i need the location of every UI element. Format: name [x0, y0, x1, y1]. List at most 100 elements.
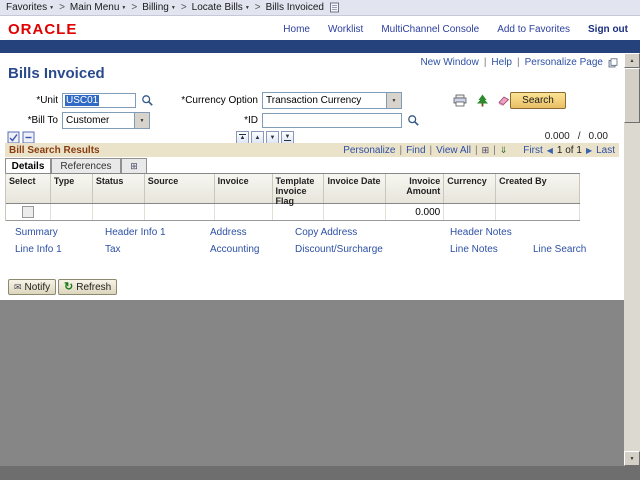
view-all-link[interactable]: View All [436, 145, 471, 156]
personalize-link[interactable]: Personalize [343, 145, 395, 156]
id-input[interactable] [262, 113, 402, 128]
notify-label: Notify [25, 282, 51, 293]
breadcrumb-item-bills-invoiced[interactable]: Bills Invoiced [266, 2, 324, 13]
table-header-row: Select Type Status Source Invoice Templa… [6, 174, 580, 204]
results-title: Bill Search Results [9, 145, 100, 156]
notify-icon: ✉ [14, 282, 22, 293]
tab-details-label: Details [12, 161, 45, 172]
breadcrumb-item-billing[interactable]: Billing ▼ [142, 2, 176, 13]
unit-label: *Unit [10, 95, 58, 107]
cell-invoice-date [324, 204, 386, 220]
breadcrumb-separator: > [59, 2, 65, 13]
link-line-info-1[interactable]: Line Info 1 [15, 244, 62, 255]
id-label: *ID [200, 115, 258, 127]
pager-next-icon[interactable]: ▶ [586, 146, 592, 155]
link-personalize-page[interactable]: Personalize Page [525, 57, 603, 68]
chevron-down-icon: ▼ [171, 5, 176, 11]
nav-link-sign-out[interactable]: Sign out [588, 24, 628, 35]
grid-totals: 0.000 / 0.00 [545, 131, 608, 142]
refresh-button[interactable]: ↻ Refresh [58, 279, 117, 295]
breadcrumb: Favorites ▼ > Main Menu ▼ > Billing ▼ > … [0, 0, 640, 16]
vertical-scrollbar[interactable]: ▲ ▼ [624, 53, 640, 466]
unit-input[interactable]: USC01 [62, 93, 136, 108]
breadcrumb-item-locate-bills[interactable]: Locate Bills ▼ [192, 2, 250, 13]
nav-link-home[interactable]: Home [283, 24, 310, 35]
pager-last[interactable]: Last [596, 145, 615, 156]
link-header-info-1[interactable]: Header Info 1 [105, 227, 166, 238]
total-amount-2: 0.00 [589, 131, 608, 142]
column-header-created-by: Created By [496, 174, 580, 203]
link-tax[interactable]: Tax [105, 244, 121, 255]
results-controls: Personalize | Find | View All | ⊞ | ⇓ Fi… [343, 145, 615, 156]
tab-references-label: References [60, 161, 111, 172]
breadcrumb-label: Locate Bills [192, 2, 243, 13]
results-table: Select Type Status Source Invoice Templa… [5, 173, 580, 221]
scrollbar-down-button[interactable]: ▼ [624, 451, 640, 466]
link-copy-address[interactable]: Copy Address [295, 227, 357, 238]
copy-url-icon[interactable] [608, 58, 618, 68]
link-separator: | [484, 57, 487, 68]
link-summary[interactable]: Summary [15, 227, 58, 238]
link-line-search[interactable]: Line Search [533, 244, 586, 255]
scrollbar-up-button[interactable]: ▲ [624, 53, 640, 68]
cell-source [145, 204, 215, 220]
combo-arrow-icon[interactable]: ▼ [134, 113, 149, 128]
search-button[interactable]: Search [510, 92, 566, 109]
combo-arrow-icon[interactable]: ▼ [386, 93, 401, 108]
nav-link-add-to-favorites[interactable]: Add to Favorites [497, 24, 570, 35]
breadcrumb-item-favorites[interactable]: Favorites ▼ [6, 2, 54, 13]
control-separator: | [475, 145, 478, 156]
link-discount-surcharge[interactable]: Discount/Surcharge [295, 244, 383, 255]
chevron-down-icon: ▼ [49, 5, 54, 11]
scrollbar-thumb[interactable] [624, 68, 640, 123]
chevron-down-icon: ▼ [121, 5, 126, 11]
table-row: 0.000 [6, 204, 580, 221]
link-help[interactable]: Help [491, 57, 512, 68]
tab-details[interactable]: Details [5, 158, 51, 173]
column-header-status: Status [93, 174, 145, 203]
row-checkbox[interactable] [22, 206, 34, 218]
page-title: Bills Invoiced [8, 65, 105, 82]
currency-option-select[interactable]: Transaction Currency ▼ [262, 92, 402, 109]
refresh-icon: ↻ [64, 282, 73, 292]
notify-button[interactable]: ✉ Notify [8, 279, 56, 295]
cell-type [51, 204, 93, 220]
cell-currency [444, 204, 496, 220]
tree-icon[interactable] [474, 93, 490, 108]
link-header-notes[interactable]: Header Notes [450, 227, 512, 238]
download-icon[interactable]: ⇓ [500, 145, 508, 156]
breadcrumb-item-main-menu[interactable]: Main Menu ▼ [70, 2, 126, 13]
header-band [0, 40, 640, 53]
control-separator: | [493, 145, 496, 156]
breadcrumb-page-icon[interactable] [329, 2, 340, 13]
currency-option-label: *Currency Option [140, 95, 258, 107]
workspace-background [0, 300, 640, 466]
currency-option-value: Transaction Currency [266, 95, 361, 106]
bill-to-value: Customer [66, 115, 109, 126]
link-address[interactable]: Address [210, 227, 247, 238]
tab-references[interactable]: References [51, 158, 121, 173]
breadcrumb-label: Bills Invoiced [266, 2, 324, 13]
id-lookup-icon[interactable] [405, 113, 421, 128]
cell-select [6, 204, 51, 220]
show-all-columns-tab[interactable]: ⊞ [121, 158, 147, 173]
link-line-notes[interactable]: Line Notes [450, 244, 498, 255]
grid-view-icon[interactable]: ⊞ [482, 145, 490, 156]
find-link[interactable]: Find [406, 145, 425, 156]
pager-first[interactable]: First [523, 145, 542, 156]
breadcrumb-separator: > [131, 2, 137, 13]
printer-icon[interactable] [452, 93, 468, 108]
link-new-window[interactable]: New Window [420, 57, 478, 68]
eraser-icon[interactable] [495, 93, 511, 108]
nav-link-multichannel-console[interactable]: MultiChannel Console [381, 24, 479, 35]
show-all-columns-icon: ⊞ [130, 161, 138, 172]
link-separator: | [517, 57, 520, 68]
bill-to-select[interactable]: Customer ▼ [62, 112, 150, 129]
control-separator: | [399, 145, 402, 156]
link-accounting[interactable]: Accounting [210, 244, 259, 255]
nav-link-worklist[interactable]: Worklist [328, 24, 363, 35]
cell-invoice-amount: 0.000 [386, 204, 444, 220]
pager-prev-icon[interactable]: ◀ [547, 146, 553, 155]
pager-position: 1 of 1 [557, 145, 582, 156]
scrollbar-up-icon: ▲ [630, 58, 635, 64]
